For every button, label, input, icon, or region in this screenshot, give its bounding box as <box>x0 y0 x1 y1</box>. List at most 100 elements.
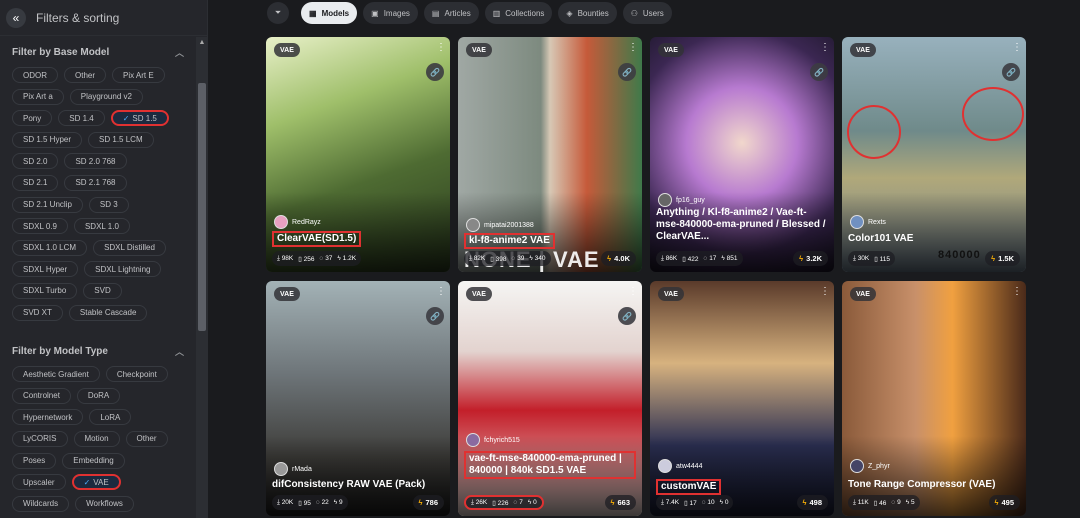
filter-chip[interactable]: SD 2.1 <box>12 174 59 191</box>
more-options-icon[interactable]: ⋮ <box>1012 43 1022 53</box>
filter-chip[interactable]: SDXL 0.9 <box>12 218 68 235</box>
filter-chip[interactable]: Upscaler <box>12 474 66 491</box>
tab-collections[interactable]: ▥ Collections <box>484 2 553 24</box>
filter-chip[interactable]: DoRA <box>76 387 121 404</box>
model-card[interactable]: VAE ⋮ 🔗 RedRayz ClearVAE(SD1.5) ⤓ 98K ▯ 256 ◌ 3… <box>266 37 450 272</box>
model-card[interactable]: VAE ⋮ 🔗 rMada difConsistency RAW VAE (Pack) ⤓… <box>266 281 450 516</box>
filter-chip[interactable]: Pony <box>12 110 53 127</box>
buzz-tip-button[interactable]: ϟ 663 <box>604 495 636 510</box>
filter-chip[interactable]: SD 2.1 768 <box>64 174 127 191</box>
more-options-icon[interactable]: ⋮ <box>628 287 638 297</box>
link-icon[interactable]: 🔗 <box>426 307 444 325</box>
tab-users[interactable]: ⚇ Users <box>622 2 672 24</box>
card-author[interactable]: mipatai2001388 <box>466 218 534 232</box>
filter-chip[interactable]: LoRA <box>89 409 132 426</box>
more-options-icon[interactable]: ⋮ <box>436 287 446 297</box>
filter-chip[interactable]: Embedding <box>62 452 125 469</box>
avatar[interactable] <box>850 215 864 229</box>
filter-chip[interactable]: SVD XT <box>12 304 63 321</box>
filter-chip[interactable]: Playground v2 <box>69 88 143 105</box>
filter-chip[interactable]: Wildcards <box>12 495 70 512</box>
card-author[interactable]: Z_phyr <box>850 459 890 473</box>
buzz-tip-button[interactable]: ϟ 3.2K <box>793 251 828 266</box>
buzz-tip-button[interactable]: ϟ 495 <box>988 495 1020 510</box>
filter-chip[interactable]: SDXL Turbo <box>12 282 78 299</box>
avatar[interactable] <box>274 215 288 229</box>
filter-toggle-button[interactable]: ⏷ <box>267 2 289 24</box>
link-icon[interactable]: 🔗 <box>810 63 828 81</box>
model-card[interactable]: VAE⋮🔗NONE | VAEmipatai2001388kl-f8-anime… <box>458 37 642 272</box>
link-icon[interactable]: 🔗 <box>618 307 636 325</box>
filter-chip[interactable]: Hypernetwork <box>12 409 84 426</box>
card-title[interactable]: Tone Range Compressor (VAE) <box>848 479 1020 491</box>
buzz-tip-button[interactable]: ϟ 786 <box>412 495 444 510</box>
card-author[interactable]: rMada <box>274 462 312 476</box>
card-title[interactable]: kl-f8-anime2 VAE <box>464 233 555 249</box>
tab-models[interactable]: ▦ Models <box>301 2 358 24</box>
scroll-thumb[interactable] <box>198 83 206 331</box>
link-icon[interactable]: 🔗 <box>426 63 444 81</box>
filter-chip[interactable]: SD 1.4 <box>58 110 105 127</box>
filter-chip[interactable]: ✓ SD 1.5 <box>110 110 169 127</box>
filter-chip[interactable]: Other <box>125 430 168 447</box>
avatar[interactable] <box>274 462 288 476</box>
buzz-tip-button[interactable]: ϟ 1.5K <box>985 251 1020 266</box>
filter-chip[interactable]: Controlnet <box>12 387 71 404</box>
filter-chip[interactable]: SD 2.1 Unclip <box>12 196 83 213</box>
filter-chip[interactable]: Poses <box>12 452 57 469</box>
link-icon[interactable]: 🔗 <box>1002 63 1020 81</box>
avatar[interactable] <box>850 459 864 473</box>
more-options-icon[interactable]: ⋮ <box>820 43 830 53</box>
card-author[interactable]: RedRayz <box>274 215 321 229</box>
scroll-up-icon[interactable]: ▲ <box>196 39 208 46</box>
card-author[interactable]: atw4444 <box>658 459 702 473</box>
more-options-icon[interactable]: ⋮ <box>820 287 830 297</box>
filter-chip[interactable]: SDXL 1.0 LCM <box>12 239 88 256</box>
card-title[interactable]: ClearVAE(SD1.5) <box>272 231 362 247</box>
filter-chip[interactable]: SVD <box>83 282 122 299</box>
model-card[interactable]: VAE ⋮ 🔗 840000 Rexts Color101 VAE ⤓ 30K ▯ 115 ϟ 1… <box>842 37 1026 272</box>
avatar[interactable] <box>658 459 672 473</box>
filter-chip[interactable]: SDXL Lightning <box>84 261 162 278</box>
collapse-sidebar-button[interactable]: « <box>6 7 26 28</box>
filter-chip[interactable]: Motion <box>73 430 120 447</box>
more-options-icon[interactable]: ⋮ <box>628 43 638 53</box>
model-card[interactable]: VAE ⋮ Z_phyr Tone Range Compressor (VAE) ⤓ 1… <box>842 281 1026 516</box>
filter-chip[interactable]: LyCORIS <box>12 430 68 447</box>
filter-chip[interactable]: SD 1.5 LCM <box>88 131 154 148</box>
card-title[interactable]: Anything / Kl-f8-anime2 / Vae-ft-mse-840… <box>656 207 828 243</box>
card-author[interactable]: fp16_guy <box>658 193 705 207</box>
card-author[interactable]: Rexts <box>850 215 886 229</box>
filter-chip[interactable]: SDXL 1.0 <box>73 218 130 235</box>
card-title[interactable]: customVAE <box>656 479 722 495</box>
filter-chip[interactable]: ODOR <box>12 67 58 83</box>
card-title[interactable]: Color101 VAE <box>848 233 1020 245</box>
card-author[interactable]: fchyrich515 <box>466 433 520 447</box>
filter-chip[interactable]: Checkpoint <box>105 366 168 383</box>
filter-chip[interactable]: SD 2.0 768 <box>64 153 127 170</box>
filter-chip[interactable]: SD 2.0 <box>12 153 59 170</box>
filter-chip[interactable]: Workflows <box>75 495 134 512</box>
filter-chip[interactable]: SDXL Distilled <box>93 239 166 256</box>
model-card[interactable]: VAE ⋮ 🔗 fchyrich515 vae-ft-mse-840000-ema-pr… <box>458 281 642 516</box>
card-title[interactable]: vae-ft-mse-840000-ema-pruned | 840000 | … <box>464 451 636 479</box>
link-icon[interactable]: 🔗 <box>618 63 636 81</box>
tab-articles[interactable]: ▤ Articles <box>423 2 479 24</box>
avatar[interactable] <box>658 193 672 207</box>
filter-chip[interactable]: Pix Art a <box>12 88 64 105</box>
filter-chip[interactable]: Other <box>64 67 107 83</box>
buzz-tip-button[interactable]: ϟ 4.0K <box>601 251 636 266</box>
avatar[interactable] <box>466 218 480 232</box>
base-model-heading[interactable]: Filter by Base Model ︿ <box>12 45 184 59</box>
filter-chip[interactable]: ✓ VAE <box>71 474 121 491</box>
buzz-tip-button[interactable]: ϟ 498 <box>796 495 828 510</box>
filter-chip[interactable]: SD 3 <box>88 196 129 213</box>
more-options-icon[interactable]: ⋮ <box>436 43 446 53</box>
more-options-icon[interactable]: ⋮ <box>1012 287 1022 297</box>
model-card[interactable]: VAE ⋮ 🔗 fp16_guy Anything / Kl-f8-anime2 / V… <box>650 37 834 272</box>
sidebar-scrollbar[interactable]: ▲ <box>196 37 208 518</box>
tab-images[interactable]: ▣ Images <box>363 2 418 24</box>
filter-chip[interactable]: Pix Art E <box>112 67 165 83</box>
filter-chip[interactable]: SD 1.5 Hyper <box>12 131 83 148</box>
filter-chip[interactable]: Aesthetic Gradient <box>12 366 100 383</box>
